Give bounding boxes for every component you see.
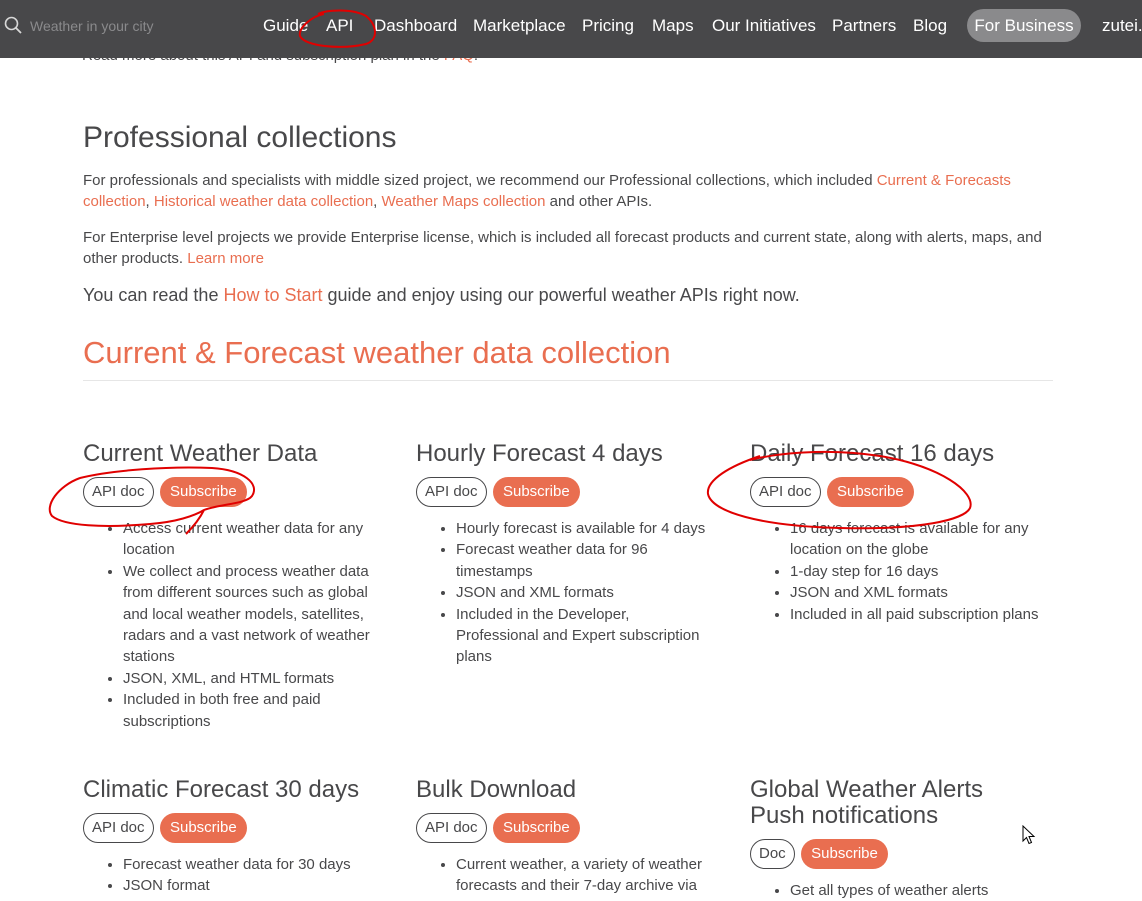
card-current-weather: Current Weather Data API doc Subscribe A… (83, 441, 383, 732)
list-item: JSON, XML, and HTML formats (123, 668, 383, 689)
card-hourly-forecast: Hourly Forecast 4 days API doc Subscribe… (416, 441, 716, 668)
subscribe-button[interactable]: Subscribe (801, 839, 888, 869)
nav-blog[interactable]: Blog (913, 16, 947, 36)
separator: , (145, 193, 154, 210)
card-title: Climatic Forecast 30 days (83, 776, 360, 803)
list-item: 1-day step for 16 days (790, 561, 1050, 582)
card-bulk-download: Bulk Download API doc Subscribe Current … (416, 777, 716, 897)
card-title: Hourly Forecast 4 days (416, 440, 663, 467)
card-buttons: API doc Subscribe (83, 477, 383, 507)
list-item: Access current weather data for any loca… (123, 518, 383, 561)
card-features: Hourly forecast is available for 4 days … (416, 518, 716, 668)
api-doc-button[interactable]: API doc (416, 477, 487, 507)
separator: , (373, 193, 382, 210)
card-features: Forecast weather data for 30 days JSON f… (83, 854, 383, 897)
subscribe-button[interactable]: Subscribe (492, 477, 580, 507)
how-to-start-link[interactable]: How to Start (223, 285, 322, 305)
list-item: JSON format (123, 875, 383, 896)
card-title: Global Weather Alerts Push notifications (750, 776, 984, 829)
for-business-button[interactable]: For Business (967, 9, 1081, 42)
learn-more-link[interactable]: Learn more (187, 250, 264, 267)
card-buttons: API doc Subscribe (416, 477, 716, 507)
card-buttons: API doc Subscribe (416, 813, 716, 843)
mouse-cursor-icon (1022, 825, 1036, 845)
list-item: Forecast weather data for 30 days (123, 854, 383, 875)
list-item: Included in all paid subscription plans (790, 604, 1050, 625)
nav-api[interactable]: API (326, 16, 353, 36)
nav-guide[interactable]: Guide (263, 16, 308, 36)
subscribe-button[interactable]: Subscribe (159, 477, 247, 507)
api-doc-button[interactable]: API doc (416, 813, 487, 843)
how-to-start-paragraph: You can read the How to Start guide and … (83, 283, 1043, 307)
subscribe-button[interactable]: Subscribe (159, 813, 247, 843)
card-buttons: Doc Subscribe (750, 839, 1050, 869)
how-to-start-text: You can read the (83, 285, 224, 305)
nav-pricing[interactable]: Pricing (582, 16, 634, 36)
how-to-start-text-end: guide and enjoy using our powerful weath… (322, 285, 800, 305)
card-title: Bulk Download (416, 776, 577, 803)
list-item: Get all types of weather alerts (790, 880, 1050, 901)
card-features: Access current weather data for any loca… (83, 518, 383, 732)
subscribe-button[interactable]: Subscribe (492, 813, 580, 843)
search-icon[interactable] (4, 16, 22, 34)
list-item: Current weather, a variety of weather fo… (456, 854, 716, 897)
list-item: Forecast weather data for 96 timestamps (456, 539, 716, 582)
card-global-weather-alerts: Global Weather Alerts Push notifications… (750, 777, 1050, 901)
card-daily-forecast: Daily Forecast 16 days API doc Subscribe… (750, 441, 1050, 625)
subscribe-button[interactable]: Subscribe (826, 477, 914, 507)
api-doc-button[interactable]: API doc (83, 477, 154, 507)
list-item: We collect and process weather data from… (123, 561, 383, 668)
card-title: Daily Forecast 16 days (750, 440, 995, 467)
list-item: 16 days forecast is available for any lo… (790, 518, 1050, 561)
doc-button[interactable]: Doc (750, 839, 795, 869)
api-doc-button[interactable]: API doc (750, 477, 821, 507)
weather-maps-collection-link[interactable]: Weather Maps collection (382, 193, 546, 210)
list-item: JSON and XML formats (790, 582, 1050, 603)
professional-collections-heading: Professional collections (83, 121, 397, 154)
api-doc-button[interactable]: API doc (83, 813, 154, 843)
enterprise-paragraph: For Enterprise level projects we provide… (83, 227, 1043, 269)
professional-paragraph: For professionals and specialists with m… (83, 170, 1043, 212)
list-item: Included in the Developer, Professional … (456, 604, 716, 668)
user-menu[interactable]: zutei. (1102, 16, 1142, 36)
nav-our-initiatives[interactable]: Our Initiatives (712, 16, 816, 36)
historical-collection-link[interactable]: Historical weather data collection (154, 193, 373, 210)
search-input[interactable] (28, 14, 232, 38)
nav-dashboard[interactable]: Dashboard (374, 16, 457, 36)
card-climatic-forecast: Climatic Forecast 30 days API doc Subscr… (83, 777, 383, 897)
card-features: Get all types of weather alerts (750, 880, 1050, 901)
nav-maps[interactable]: Maps (652, 16, 694, 36)
current-forecast-section-heading: Current & Forecast weather data collecti… (83, 335, 671, 370)
card-title: Current Weather Data (83, 440, 318, 467)
card-features: Current weather, a variety of weather fo… (416, 854, 716, 897)
card-features: 16 days forecast is available for any lo… (750, 518, 1050, 625)
top-navbar: Guide API Dashboard Marketplace Pricing … (0, 0, 1142, 58)
card-buttons: API doc Subscribe (83, 813, 383, 843)
list-item: Included in both free and paid subscript… (123, 689, 383, 732)
list-item: Hourly forecast is available for 4 days (456, 518, 716, 539)
professional-text-end: and other APIs. (545, 193, 653, 210)
search-box[interactable] (0, 0, 240, 50)
section-divider (83, 380, 1053, 381)
list-item: JSON and XML formats (456, 582, 716, 603)
card-buttons: API doc Subscribe (750, 477, 1050, 507)
professional-text: For professionals and specialists with m… (83, 172, 877, 189)
nav-marketplace[interactable]: Marketplace (473, 16, 566, 36)
nav-partners[interactable]: Partners (832, 16, 896, 36)
